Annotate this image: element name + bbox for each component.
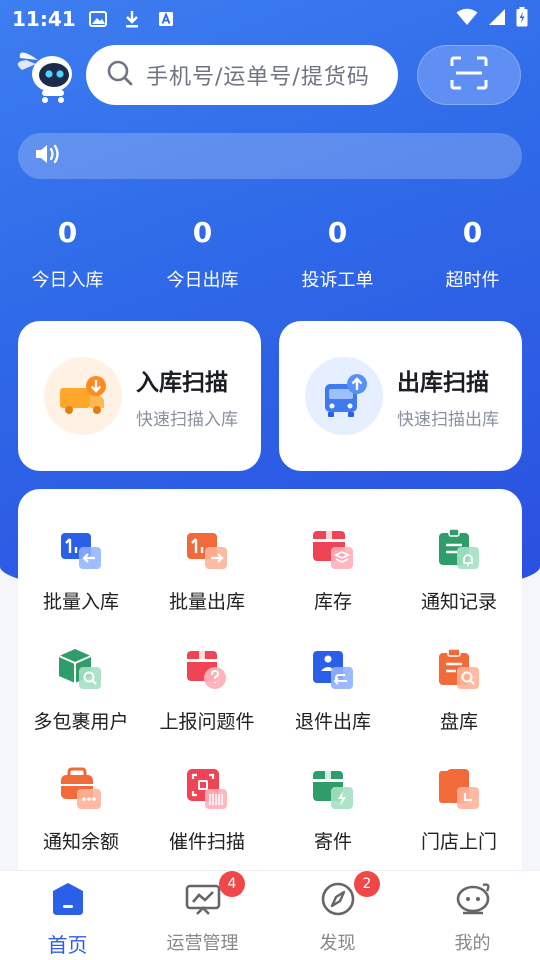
download-icon	[122, 9, 142, 29]
chart-board-icon	[181, 879, 225, 919]
function-grid: 批量入库 批量出库 库存 通知记录 多包裹用户 上报问题件 退件出库 盘库 通知…	[18, 525, 522, 885]
tab-label: 运营管理	[166, 933, 239, 954]
grid-item-label: 通知余额	[42, 831, 119, 853]
home-icon	[46, 879, 90, 919]
stat-value: 0	[57, 216, 78, 249]
grid-item-label: 退件出库	[294, 711, 371, 733]
stat-overdue[interactable]: 0 超时件	[405, 212, 540, 292]
tab-label: 我的	[454, 933, 491, 954]
grid-item-send-parcel[interactable]: 寄件	[270, 765, 396, 885]
stat-label: 今日出库	[166, 270, 239, 291]
status-bar: 11:41	[0, 0, 540, 38]
wifi-icon	[456, 8, 478, 30]
grid-item-label: 批量入库	[42, 591, 119, 613]
search-placeholder: 手机号/运单号/提货码	[146, 65, 370, 90]
stat-label: 投诉工单	[301, 270, 374, 291]
grid-item-batch-out[interactable]: 批量出库	[144, 525, 270, 645]
stat-value: 0	[327, 216, 348, 249]
grid-item-label: 门店上门	[420, 831, 497, 853]
grid-item-return-out[interactable]: 退件出库	[270, 645, 396, 765]
grid-item-label: 盘库	[439, 711, 478, 733]
compass-icon	[316, 879, 360, 919]
tab-home[interactable]: 首页	[0, 871, 135, 960]
scan-button[interactable]	[417, 45, 521, 105]
scan-icon	[450, 56, 488, 94]
tab-profile[interactable]: 我的	[405, 871, 540, 960]
scan-card-title: 入库扫描	[136, 369, 228, 396]
search-icon	[106, 59, 134, 91]
stocktake-icon	[439, 648, 479, 689]
font-icon	[156, 9, 176, 29]
gallery-icon	[88, 9, 108, 29]
grid-item-label: 寄件	[313, 831, 352, 853]
tab-label: 发现	[319, 933, 356, 954]
tab-discover[interactable]: 发现 2	[270, 871, 405, 960]
send-parcel-icon	[313, 771, 353, 809]
grid-item-notice-record[interactable]: 通知记录	[396, 525, 522, 645]
grid-item-report-problem[interactable]: 上报问题件	[144, 645, 270, 765]
grid-item-label: 上报问题件	[159, 711, 255, 733]
inbound-truck-icon	[44, 357, 122, 435]
grid-item-multi-parcel[interactable]: 多包裹用户	[18, 645, 144, 765]
return-out-icon	[313, 651, 353, 689]
tab-label: 首页	[47, 933, 88, 957]
grid-item-label: 多包裹用户	[33, 711, 129, 733]
bottom-tab-bar: 首页 运营管理 4 发现 2 我的	[0, 870, 540, 960]
function-grid-card: 批量入库 批量出库 库存 通知记录 多包裹用户 上报问题件 退件出库 盘库 通知…	[18, 489, 522, 909]
stat-today-out[interactable]: 0 今日出库	[135, 212, 270, 292]
batch-out-icon	[187, 533, 227, 569]
tab-operations[interactable]: 运营管理 4	[135, 871, 270, 960]
tab-badge: 4	[219, 871, 245, 897]
stat-value: 0	[462, 216, 483, 249]
search-input[interactable]: 手机号/运单号/提货码	[86, 45, 398, 105]
status-time: 11:41	[12, 7, 76, 31]
inventory-icon	[313, 531, 353, 569]
grid-item-stocktake[interactable]: 盘库	[396, 645, 522, 765]
grid-item-notice-balance[interactable]: 通知余额	[18, 765, 144, 885]
stats-row: 0 今日入库 0 今日出库 0 投诉工单 0 超时件	[0, 212, 540, 292]
scan-card-subtitle: 快速扫描入库	[136, 409, 238, 430]
urge-scan-icon	[187, 769, 227, 809]
stat-today-in[interactable]: 0 今日入库	[0, 212, 135, 292]
notice-bar[interactable]	[18, 133, 522, 179]
scan-card-title: 出库扫描	[397, 369, 489, 396]
grid-item-label: 催件扫描	[168, 831, 245, 853]
store-pickup-icon	[439, 769, 479, 809]
notice-record-icon	[439, 528, 479, 569]
report-problem-icon	[187, 651, 226, 689]
speaker-icon	[34, 143, 62, 169]
scan-card-subtitle: 快速扫描出库	[397, 409, 499, 430]
grid-item-urge-scan[interactable]: 催件扫描	[144, 765, 270, 885]
mascot-logo	[16, 48, 76, 104]
profile-mascot-icon	[451, 879, 495, 919]
signal-icon	[488, 8, 506, 30]
multi-parcel-icon	[58, 649, 101, 689]
batch-in-icon	[61, 533, 101, 569]
grid-item-batch-in[interactable]: 批量入库	[18, 525, 144, 645]
battery-icon	[516, 7, 528, 31]
notice-balance-icon	[61, 767, 101, 809]
grid-item-label: 库存	[313, 591, 352, 613]
stat-label: 今日入库	[31, 270, 104, 291]
outbound-bus-icon	[305, 357, 383, 435]
grid-item-label: 通知记录	[420, 591, 497, 613]
stat-complaints[interactable]: 0 投诉工单	[270, 212, 405, 292]
stat-value: 0	[192, 216, 213, 249]
grid-item-store-pickup[interactable]: 门店上门	[396, 765, 522, 885]
grid-item-inventory[interactable]: 库存	[270, 525, 396, 645]
tab-badge: 2	[354, 871, 380, 897]
outbound-scan-card[interactable]: 出库扫描 快速扫描出库	[279, 321, 522, 471]
inbound-scan-card[interactable]: 入库扫描 快速扫描入库	[18, 321, 261, 471]
stat-label: 超时件	[445, 270, 500, 291]
grid-item-label: 批量出库	[168, 591, 245, 613]
